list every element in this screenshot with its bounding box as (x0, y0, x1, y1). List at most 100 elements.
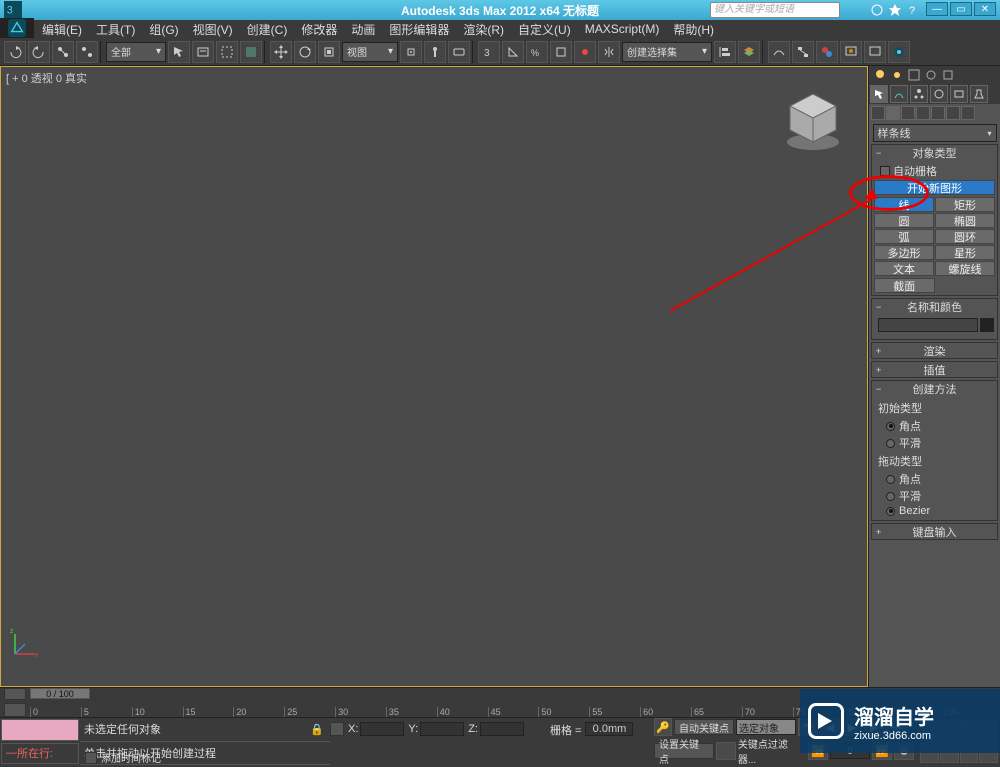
menu-create[interactable]: 创建(C) (241, 21, 294, 38)
sun-icon[interactable] (890, 68, 904, 82)
ngon-button[interactable]: 多边形 (874, 245, 934, 260)
init-smooth-radio[interactable] (886, 439, 895, 448)
lightbulb-icon[interactable] (873, 68, 887, 82)
time-slider-thumb[interactable]: 0 / 100 (30, 688, 90, 699)
start-new-shape-button[interactable]: 开始新图形 (874, 180, 995, 195)
percent-snap-button[interactable]: % (526, 41, 548, 63)
rollup-title-interp[interactable]: 插值 (924, 362, 946, 378)
menu-customize[interactable]: 自定义(U) (512, 21, 577, 38)
search-input[interactable]: 键入关键字或短语 (710, 2, 840, 18)
modify-tab[interactable] (890, 85, 908, 103)
star-button[interactable]: 星形 (935, 245, 995, 260)
menu-tools[interactable]: 工具(T) (90, 21, 141, 38)
redo-button[interactable] (28, 41, 50, 63)
menu-maxscript[interactable]: MAXScript(M) (579, 22, 666, 36)
isolate-button[interactable] (330, 722, 344, 736)
rollup-title-kbd[interactable]: 键盘输入 (913, 524, 957, 540)
config-icon[interactable] (941, 68, 955, 82)
rollup-title-render[interactable]: 渲染 (924, 343, 946, 359)
spinner-snap-button[interactable] (550, 41, 572, 63)
x-coord-input[interactable] (360, 722, 404, 736)
y-coord-input[interactable] (420, 722, 464, 736)
cameras-subtab[interactable] (916, 106, 930, 120)
spacewarps-subtab[interactable] (946, 106, 960, 120)
color-swatch[interactable] (980, 318, 994, 332)
shapes-subtab[interactable] (886, 106, 900, 120)
manipulate-button[interactable] (424, 41, 446, 63)
move-button[interactable] (270, 41, 292, 63)
set-key-toggle[interactable]: 设置关键点 (654, 743, 714, 759)
menu-rendering[interactable]: 渲染(R) (457, 21, 510, 38)
view-cube[interactable] (778, 86, 848, 156)
script-input[interactable] (1, 719, 79, 741)
mirror-button[interactable] (598, 41, 620, 63)
pivot-center-button[interactable] (400, 41, 422, 63)
app-menu-button[interactable] (0, 18, 34, 38)
keyboard-shortcut-button[interactable] (448, 41, 470, 63)
utilities-tab[interactable] (970, 85, 988, 103)
hierarchy-tab[interactable] (910, 85, 928, 103)
init-corner-radio[interactable] (886, 422, 895, 431)
named-selection-dropdown[interactable]: 创建选择集▾ (622, 42, 712, 62)
link-button[interactable] (52, 41, 74, 63)
menu-modifiers[interactable]: 修改器 (295, 21, 343, 38)
minimize-button[interactable]: — (926, 2, 948, 16)
key-filters-button[interactable] (716, 742, 736, 760)
render-frame-button[interactable] (864, 41, 886, 63)
selection-filter-dropdown[interactable]: 全部▾ (106, 42, 166, 62)
menu-help[interactable]: 帮助(H) (667, 21, 720, 38)
curve-editor-button[interactable] (768, 41, 790, 63)
donut-button[interactable]: 圆环 (935, 229, 995, 244)
grid-icon[interactable] (907, 68, 921, 82)
track-bar-toggle[interactable] (4, 703, 26, 717)
systems-subtab[interactable] (961, 106, 975, 120)
create-tab[interactable] (870, 85, 888, 103)
ref-coord-dropdown[interactable]: 视图▾ (342, 42, 398, 62)
schematic-view-button[interactable] (792, 41, 814, 63)
maximize-button[interactable]: ▭ (950, 2, 972, 16)
category-dropdown[interactable]: 样条线▾ (873, 124, 997, 142)
angle-snap-button[interactable] (502, 41, 524, 63)
auto-key-toggle[interactable]: 自动关键点 (674, 719, 734, 735)
add-marker-label[interactable]: 添加时间标记 (101, 750, 161, 765)
close-button[interactable]: ✕ (974, 2, 996, 16)
drag-smooth-radio[interactable] (886, 492, 895, 501)
window-crossing-button[interactable] (240, 41, 262, 63)
rectangle-button[interactable]: 矩形 (935, 197, 995, 212)
autogrid-checkbox[interactable] (880, 166, 890, 176)
menu-group[interactable]: 组(G) (143, 21, 184, 38)
communication-icon[interactable] (870, 3, 884, 17)
line-button[interactable]: 线 (874, 197, 934, 212)
motion-tab[interactable] (930, 85, 948, 103)
viewport-label[interactable]: [ + 0 透视 0 真实 (6, 70, 87, 86)
rollup-title-objtype[interactable]: 对象类型 (913, 145, 957, 161)
material-editor-button[interactable] (816, 41, 838, 63)
time-config-button[interactable] (4, 688, 26, 700)
selection-filter-dd[interactable]: 选定对象 (736, 719, 796, 735)
menu-grapheditors[interactable]: 图形编辑器 (383, 21, 455, 38)
menu-animation[interactable]: 动画 (345, 21, 381, 38)
lights-subtab[interactable] (901, 106, 915, 120)
geometry-subtab[interactable] (871, 106, 885, 120)
ellipse-button[interactable]: 椭圆 (935, 213, 995, 228)
menu-edit[interactable]: 编辑(E) (36, 21, 88, 38)
display-tab[interactable] (950, 85, 968, 103)
arc-button[interactable]: 弧 (874, 229, 934, 244)
object-name-input[interactable] (878, 318, 978, 332)
time-tag-button[interactable] (85, 752, 97, 764)
section-button[interactable]: 截面 (874, 278, 935, 293)
key-filter-label[interactable]: 关键点过滤器... (738, 736, 806, 766)
drag-bezier-radio[interactable] (886, 507, 895, 516)
key-mode-button[interactable]: 🔑 (654, 718, 672, 736)
select-by-name-button[interactable] (192, 41, 214, 63)
select-object-button[interactable] (168, 41, 190, 63)
helpers-subtab[interactable] (931, 106, 945, 120)
unlink-button[interactable] (76, 41, 98, 63)
align-button[interactable] (714, 41, 736, 63)
rollup-title-name[interactable]: 名称和颜色 (907, 299, 962, 315)
snap-button[interactable]: 3 (478, 41, 500, 63)
select-region-button[interactable] (216, 41, 238, 63)
rotate-button[interactable] (294, 41, 316, 63)
circle-button[interactable]: 圆 (874, 213, 934, 228)
scale-button[interactable] (318, 41, 340, 63)
